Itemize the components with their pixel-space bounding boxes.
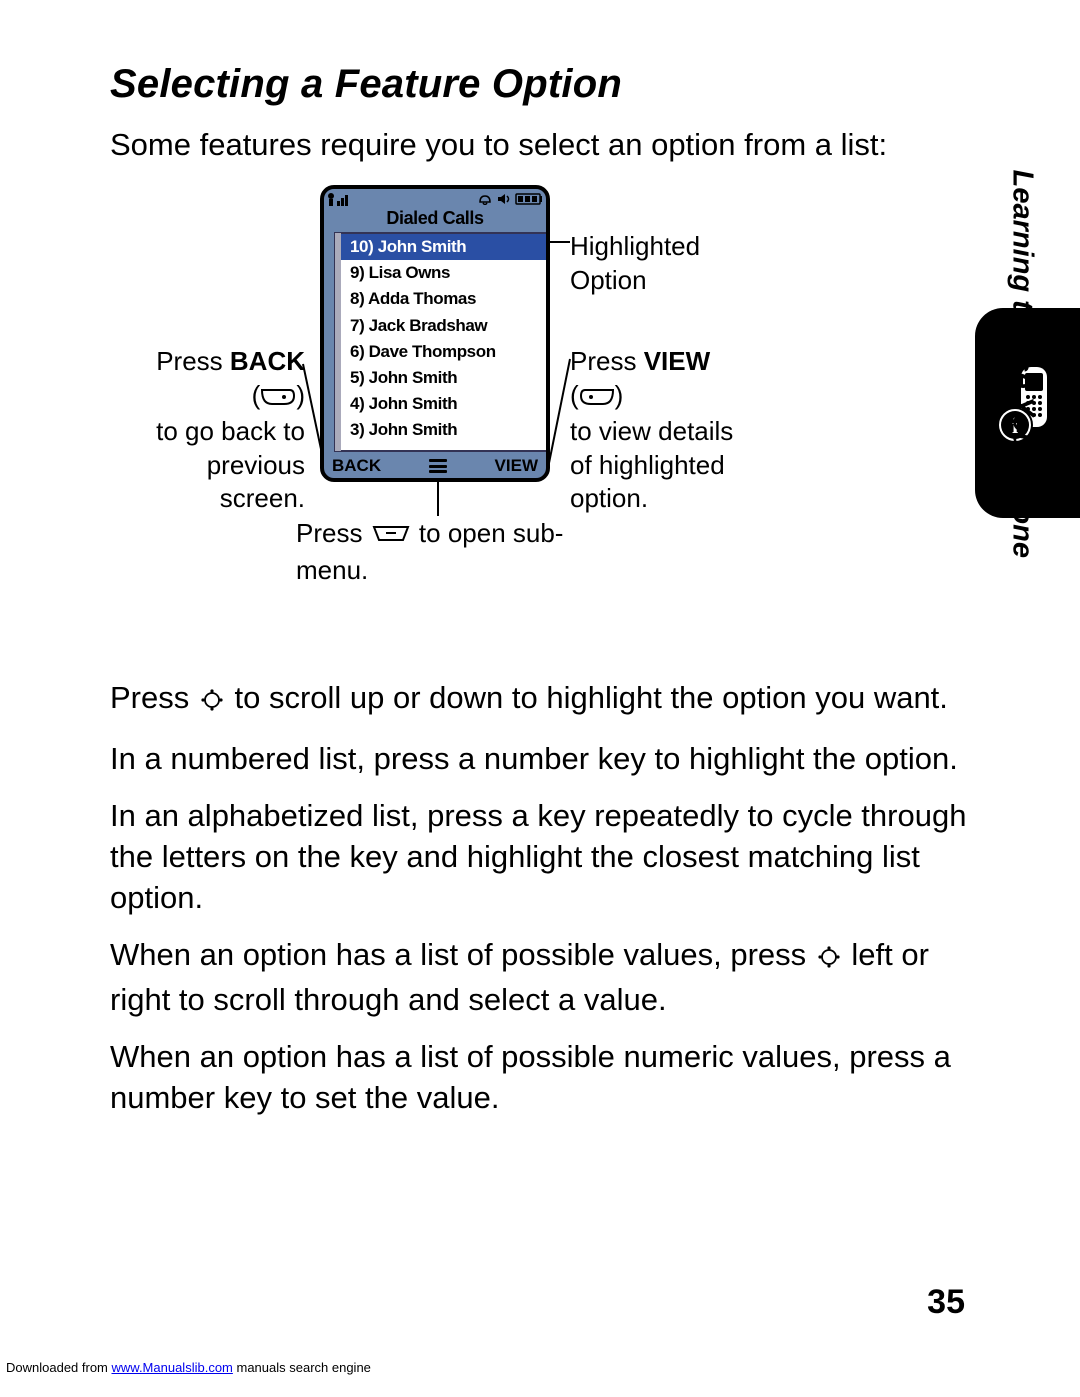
- softkey-bar: BACK VIEW: [324, 454, 546, 478]
- signal-icon: [327, 192, 361, 206]
- menu-icon: [429, 459, 447, 473]
- softkey-back-label: BACK: [332, 456, 381, 476]
- figure: Press BACK ( ) to go back to previous sc…: [110, 180, 970, 600]
- chapter-title: Learning to Use Your Phone: [1005, 170, 1038, 558]
- nav-key-icon: [817, 939, 841, 980]
- phone-screen: Dialed Calls 10) John Smith 9) Lisa Owns…: [320, 185, 550, 482]
- page-number: 35: [927, 1283, 965, 1322]
- paragraph: When an option has a list of possible nu…: [110, 1037, 970, 1119]
- intro-text: Some features require you to select an o…: [110, 125, 970, 165]
- footer-credit: Downloaded from www.Manualslib.com manua…: [6, 1360, 371, 1375]
- softkey-left-icon: [260, 381, 296, 415]
- scroll-track: [335, 233, 341, 451]
- call-list: 10) John Smith 9) Lisa Owns 8) Adda Thom…: [334, 232, 546, 452]
- footer-link[interactable]: www.Manualslib.com: [112, 1360, 233, 1375]
- section-title: Selecting a Feature Option: [110, 62, 970, 107]
- paragraph: Press to scroll up or down to highlight …: [110, 678, 970, 723]
- list-item: 7) Jack Bradshaw: [336, 313, 546, 339]
- notify-icon: [477, 193, 493, 205]
- list-item: 9) Lisa Owns: [336, 260, 546, 286]
- softkey-right-icon: [579, 381, 615, 415]
- list-item: 8) Adda Thomas: [336, 286, 546, 312]
- status-bar: [324, 189, 546, 207]
- menu-key-icon: [370, 518, 412, 553]
- callout-submenu: Press to open sub- menu.: [296, 516, 596, 588]
- list-item: 6) Dave Thompson: [336, 339, 546, 365]
- screen-title: Dialed Calls: [324, 207, 546, 232]
- nav-key-icon: [200, 682, 224, 723]
- list-item: 3) John Smith: [336, 417, 546, 443]
- paragraph: In a numbered list, press a number key t…: [110, 739, 970, 780]
- sound-icon: [497, 193, 511, 205]
- callout-back: Press BACK ( ) to go back to previous sc…: [120, 345, 305, 516]
- battery-icon: [515, 193, 543, 205]
- callout-view: Press VIEW ( ) to view details of highli…: [570, 345, 810, 516]
- list-item: 4) John Smith: [336, 391, 546, 417]
- paragraph: When an option has a list of possible va…: [110, 935, 970, 1021]
- callout-highlighted: Highlighted Option: [570, 230, 810, 298]
- body-text: Press to scroll up or down to highlight …: [110, 678, 970, 1118]
- paragraph: In an alphabetized list, press a key rep…: [110, 796, 970, 919]
- list-item: 10) John Smith: [336, 234, 546, 260]
- softkey-view-label: VIEW: [495, 456, 538, 476]
- list-item: 5) John Smith: [336, 365, 546, 391]
